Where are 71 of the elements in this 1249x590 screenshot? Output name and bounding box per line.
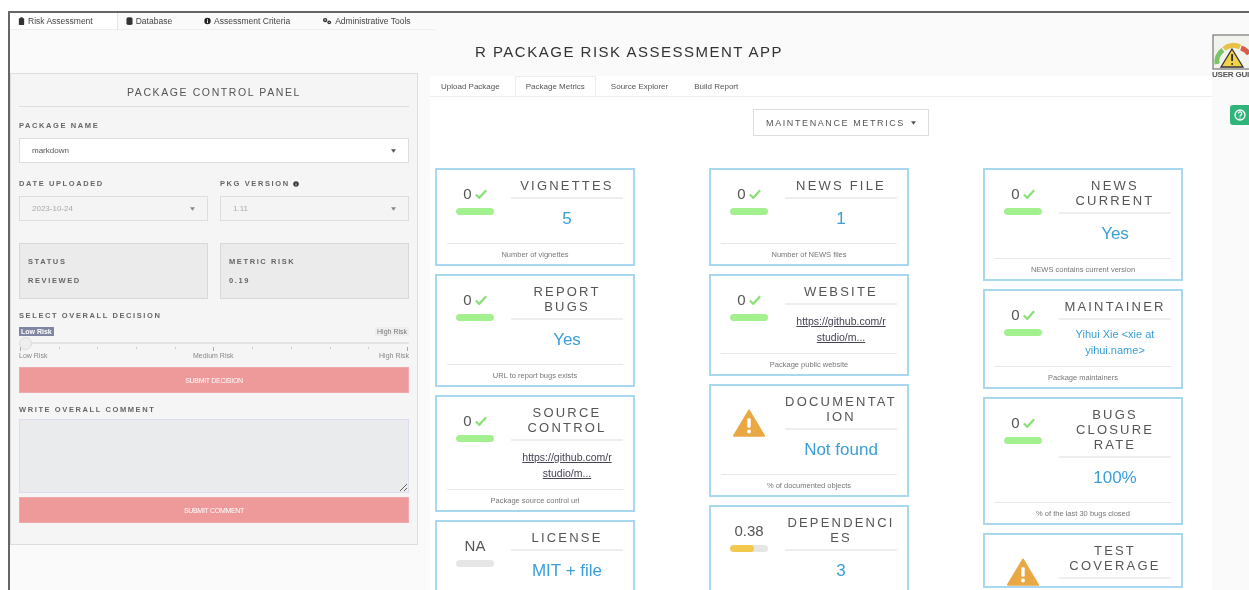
database-icon [125, 17, 133, 25]
metric-value: 5 [562, 208, 572, 230]
metric-score: 0.38 [734, 522, 764, 539]
metric-value: 1 [836, 208, 846, 230]
score-bar [456, 314, 494, 321]
metric-title: DEPENDENCIES [785, 515, 897, 551]
metric-score: 0 [463, 185, 472, 202]
comment-field[interactable] [19, 419, 409, 493]
help-icon [1234, 109, 1246, 121]
caret-icon [910, 120, 916, 125]
metric-title: REPORT BUGS [511, 284, 623, 320]
info-icon[interactable] [292, 180, 299, 187]
metric-title: MAINTAINER [1059, 299, 1171, 320]
metric-score: 0 [1011, 185, 1020, 202]
metric-value: 100% [1093, 467, 1137, 489]
metric-value: Yes [553, 329, 581, 351]
slider-track[interactable] [19, 337, 409, 350]
score-bar [1004, 208, 1042, 215]
metric-value: 3 [836, 560, 846, 582]
metric-score: 0 [737, 291, 746, 308]
sub-tab[interactable]: Build Report [683, 76, 750, 96]
nav-tab[interactable]: Risk Assessment [10, 13, 118, 30]
warning-icon [733, 409, 765, 437]
metric-title: TEST COVERAGE [1059, 543, 1171, 579]
metric-title: VIGNETTES [511, 178, 623, 199]
clipboard-icon [18, 17, 25, 25]
metric-link[interactable]: https://github.com/rstudio/m... [522, 441, 612, 489]
user-guide-button[interactable]: USER GUI [1212, 34, 1249, 79]
help-button[interactable] [1230, 105, 1249, 125]
caret-icon [391, 148, 396, 153]
metric-score: 0 [463, 291, 472, 308]
sub-tab[interactable]: Package Metrics [514, 76, 596, 96]
score-bar [730, 545, 768, 552]
metric-score: 0 [1011, 306, 1020, 323]
nav-tab[interactable]: Database [117, 13, 197, 30]
package-select[interactable]: markdown [19, 138, 409, 163]
metric-score: NA [464, 537, 486, 554]
metric-title: BUGS CLOSURE RATE [1059, 407, 1171, 458]
score-bar [730, 208, 768, 215]
metric-title: DOCUMENTATION [785, 394, 897, 430]
caret-icon [391, 206, 396, 211]
metric-value: Yihui Xie <xie at yihui.name> [1074, 327, 1156, 358]
metric-title: NEWS CURRENT [1059, 178, 1171, 214]
metric-value: Yes [1101, 223, 1129, 245]
metric-value: MIT + file [531, 560, 603, 582]
info-icon [204, 17, 212, 25]
metrics-dropdown[interactable]: MAINTENANCE METRICS [753, 109, 929, 136]
metric-score: 0 [737, 185, 746, 202]
metric-title: WEBSITE [785, 284, 897, 305]
nav-tab[interactable]: Administrative Tools [314, 13, 435, 30]
metric-value: Not found [804, 439, 878, 461]
sub-tab[interactable]: Source Explorer [599, 76, 680, 96]
metric-title: NEWS FILE [785, 178, 897, 199]
score-bar [456, 560, 494, 567]
score-bar [730, 314, 768, 321]
metric-title: SOURCE CONTROL [511, 405, 623, 441]
gears-icon [322, 17, 333, 25]
metric-score: 0 [463, 412, 472, 429]
panel-title: PACKAGE CONTROL PANEL [19, 86, 409, 107]
nav-tab[interactable]: Assessment Criteria [196, 13, 315, 30]
app-title: R PACKAGE RISK ASSESSMENT APP [473, 42, 784, 62]
caret-icon [190, 206, 195, 211]
metric-score: 0 [1011, 414, 1020, 431]
sub-tab[interactable]: Upload Package [430, 76, 511, 96]
score-bar [456, 435, 494, 442]
score-bar [1004, 437, 1042, 444]
score-bar [456, 208, 494, 215]
score-bar [1004, 329, 1042, 336]
metric-link[interactable]: https://github.com/rstudio/m... [796, 305, 886, 353]
metric-title: LICENSE [511, 530, 623, 551]
slider-thumb[interactable] [19, 337, 32, 350]
